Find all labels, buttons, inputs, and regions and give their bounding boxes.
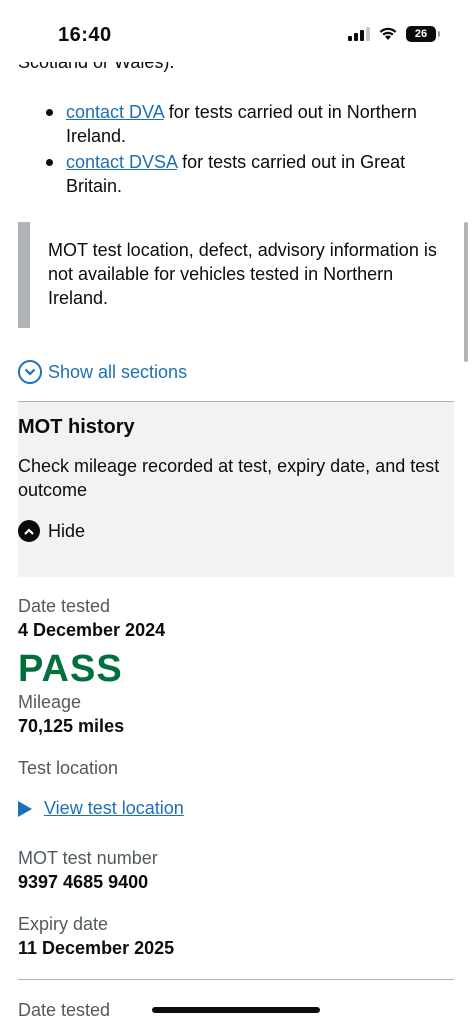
hide-label: Hide [48, 520, 86, 541]
chevron-up-icon [18, 520, 40, 542]
hide-section-button[interactable]: Hide [18, 520, 85, 542]
chevron-down-icon [18, 360, 42, 384]
expiry-date-value: 11 December 2025 [18, 938, 175, 958]
contact-dvsa-link[interactable]: contact DVSA [66, 152, 177, 172]
view-test-location-toggle[interactable]: View test location [18, 798, 184, 819]
mot-history-section: MOT history Check mileage recorded at te… [18, 401, 454, 577]
record-divider [18, 979, 454, 980]
show-all-sections-label: Show all sections [48, 361, 188, 382]
list-item: contact DVSA for tests carried out in Gr… [18, 150, 448, 198]
mileage-label: Mileage [18, 692, 82, 712]
home-indicator[interactable] [152, 1007, 320, 1013]
contact-dva-link[interactable]: contact DVA [66, 102, 164, 122]
cellular-signal-icon [348, 27, 370, 41]
show-all-sections-button[interactable]: Show all sections [18, 360, 187, 384]
date-tested-label: Date tested [18, 596, 111, 616]
contact-list: contact DVA for tests carried out in Nor… [18, 100, 448, 200]
next-date-tested-label: Date tested [18, 1000, 111, 1020]
battery-icon: 26 [406, 26, 440, 42]
inset-text: MOT test location, defect, advisory info… [18, 222, 448, 328]
mileage-value: 70,125 miles [18, 716, 125, 736]
test-result: PASS [18, 648, 123, 690]
wifi-icon [379, 27, 397, 40]
expiry-date-label: Expiry date [18, 914, 109, 934]
scrollbar[interactable] [464, 222, 468, 362]
date-tested-value: 4 December 2024 [18, 620, 166, 640]
view-test-location-link[interactable]: View test location [44, 798, 184, 819]
list-item: contact DVA for tests carried out in Nor… [18, 100, 448, 148]
status-bar: 16:40 26 [0, 0, 472, 60]
triangle-right-icon [18, 800, 32, 817]
test-location-label: Test location [18, 758, 119, 778]
status-icons: 26 [348, 26, 440, 42]
section-title: MOT history [18, 416, 135, 438]
mot-test-number-label: MOT test number [18, 848, 158, 868]
status-time: 16:40 [58, 24, 112, 46]
section-summary: Check mileage recorded at test, expiry d… [18, 456, 440, 500]
clipped-text: Scotland or Wales). [18, 62, 175, 72]
mot-test-number-value: 9397 4685 9400 [18, 872, 149, 892]
